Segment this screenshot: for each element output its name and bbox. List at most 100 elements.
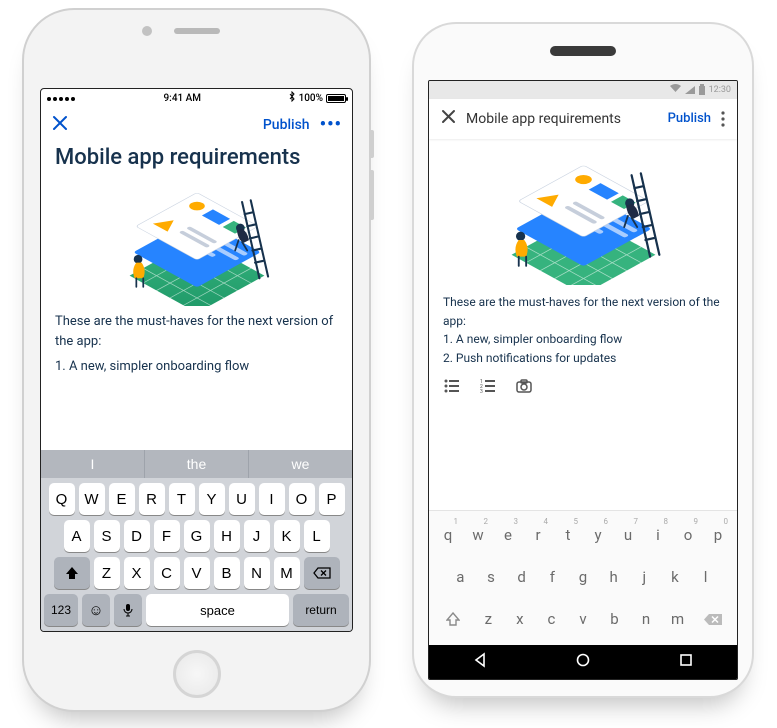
publish-button[interactable]: Publish [263,117,310,133]
bullet-list-icon [443,377,461,395]
key-p[interactable]: p0 [705,517,731,553]
battery-icon [326,94,346,103]
home-button[interactable] [173,650,221,698]
backspace-key[interactable] [304,557,340,589]
bullet-list-button[interactable] [443,377,461,399]
svg-text:3: 3 [480,389,483,395]
key-d[interactable]: d [509,559,535,595]
key-f[interactable]: f [539,559,565,595]
key-i[interactable]: I [259,483,285,515]
space-key[interactable]: space [146,594,289,626]
key-b[interactable]: B [214,557,240,589]
key-z[interactable]: Z [94,557,120,589]
key-n[interactable]: n [633,601,659,637]
key-t[interactable]: T [169,483,195,515]
key-v[interactable]: v [570,601,596,637]
key-m[interactable]: m [665,601,691,637]
key-w[interactable]: w2 [465,517,491,553]
dictation-key[interactable] [114,594,142,626]
key-l[interactable]: L [304,520,330,552]
key-q[interactable]: q1 [435,517,461,553]
key-u[interactable]: U [229,483,255,515]
key-e[interactable]: e3 [495,517,521,553]
close-button[interactable] [441,109,456,128]
key-s[interactable]: s [478,559,504,595]
close-button[interactable] [51,113,69,137]
key-b[interactable]: b [602,601,628,637]
key-s[interactable]: S [94,520,120,552]
key-y[interactable]: y6 [585,517,611,553]
key-j[interactable]: j [631,559,657,595]
side-button-icon [369,130,374,158]
backspace-icon [313,567,331,579]
key-u[interactable]: u7 [615,517,641,553]
editor-body[interactable]: These are the must-haves for the next ve… [41,312,352,377]
shift-key[interactable] [436,601,470,637]
emoji-key[interactable]: ☺ [82,594,110,626]
editor-body[interactable]: These are the must-haves for the next ve… [429,291,737,369]
key-w[interactable]: W [79,483,105,515]
editor-toolbar: 123 [429,369,737,405]
recents-button[interactable] [678,652,694,672]
key-x[interactable]: x [507,601,533,637]
shift-key[interactable] [54,557,90,589]
ios-keyboard: I the we QWERTYUIOP ASDFGHJKL ZXCVBNM [41,450,352,631]
side-button-icon [369,170,374,220]
key-i[interactable]: i8 [645,517,671,553]
home-button[interactable] [575,652,591,672]
more-button[interactable]: ••• [320,120,342,130]
key-r[interactable]: R [139,483,165,515]
kb-row-1: q1w2e3r4t5y6u7i8o9p0 [429,511,737,553]
key-k[interactable]: K [274,520,300,552]
key-m[interactable]: M [274,557,300,589]
key-e[interactable]: E [109,483,135,515]
key-p[interactable]: P [319,483,345,515]
key-r[interactable]: r4 [525,517,551,553]
key-j[interactable]: J [244,520,270,552]
key-g[interactable]: g [570,559,596,595]
numbered-list-button[interactable]: 123 [479,377,497,399]
key-n[interactable]: N [244,557,270,589]
numbers-key[interactable]: 123 [44,594,78,626]
battery-pct-label: 100% [299,93,323,104]
key-c[interactable]: c [538,601,564,637]
key-o[interactable]: o9 [675,517,701,553]
key-h[interactable]: H [214,520,240,552]
backspace-key[interactable] [696,601,730,637]
status-time: 9:41 AM [164,93,202,104]
key-l[interactable]: l [693,559,719,595]
camera-button[interactable] [515,377,533,399]
key-c[interactable]: C [154,557,180,589]
key-a[interactable]: A [64,520,90,552]
return-key[interactable]: return [293,594,349,626]
back-button[interactable] [472,652,488,672]
suggestion-3[interactable]: we [249,450,352,478]
iphone-earpiece-area [24,28,369,34]
publish-button[interactable]: Publish [668,111,711,126]
body-item-1: 1. A new, simpler onboarding flow [55,357,338,377]
key-y[interactable]: Y [199,483,225,515]
key-a[interactable]: a [447,559,473,595]
key-o[interactable]: O [289,483,315,515]
earpiece-speaker-icon [174,28,220,34]
key-z[interactable]: z [475,601,501,637]
ios-status-bar: 9:41 AM 100% [41,89,352,107]
key-h[interactable]: h [601,559,627,595]
android-screen: 12:30 Mobile app requirements Publish [428,80,738,680]
key-t[interactable]: t5 [555,517,581,553]
key-x[interactable]: X [124,557,150,589]
front-camera-icon [142,26,152,36]
suggestion-2[interactable]: the [145,450,249,478]
suggestion-1[interactable]: I [41,450,145,478]
key-f[interactable]: F [154,520,180,552]
key-d[interactable]: D [124,520,150,552]
key-k[interactable]: k [662,559,688,595]
more-button[interactable] [721,111,725,127]
key-v[interactable]: V [184,557,210,589]
key-g[interactable]: G [184,520,210,552]
close-icon [51,114,69,132]
key-q[interactable]: Q [49,483,75,515]
body-intro: These are the must-haves for the next ve… [443,293,723,330]
android-system-nav [429,645,737,679]
kb-row-1: QWERTYUIOP [41,478,352,515]
